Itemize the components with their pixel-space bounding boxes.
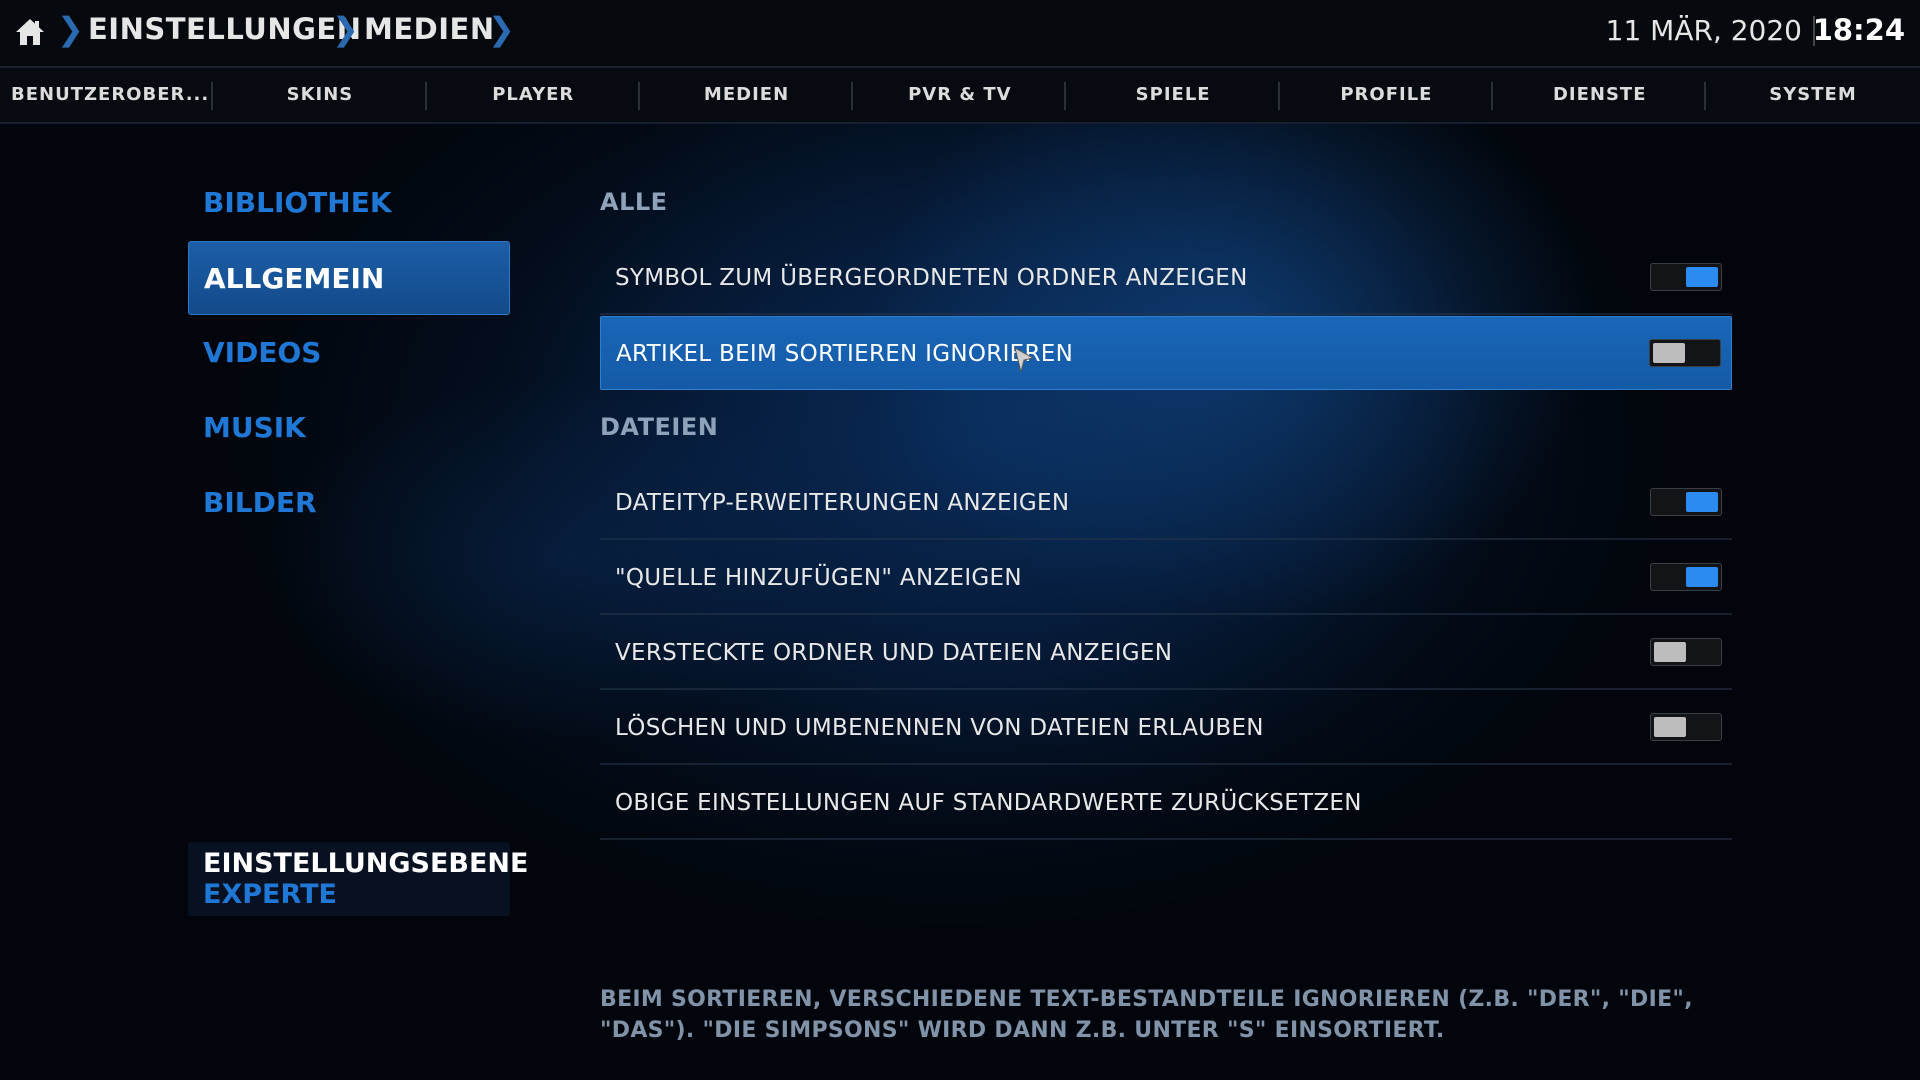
setting-label: ARTIKEL BEIM SORTIEREN IGNORIEREN xyxy=(616,341,1074,367)
clock-time: 18:24 xyxy=(1812,13,1905,47)
category-pictures[interactable]: BILDER xyxy=(188,466,510,540)
toggle-switch[interactable] xyxy=(1650,488,1722,516)
setting-row-show-extensions[interactable]: DATEITYP-ERWEITERUNGEN ANZEIGEN xyxy=(600,466,1732,540)
setting-label: OBIGE EINSTELLUNGEN AUF STANDARDWERTE ZU… xyxy=(615,790,1362,816)
setting-label: DATEITYP-ERWEITERUNGEN ANZEIGEN xyxy=(615,490,1070,516)
toggle-switch[interactable] xyxy=(1650,638,1722,666)
section-heading-all: ALLE xyxy=(600,188,668,216)
section-heading-files: DATEIEN xyxy=(600,413,719,441)
toggle-switch[interactable] xyxy=(1650,563,1722,591)
home-icon[interactable] xyxy=(14,16,46,48)
tab-games[interactable]: SPIELE xyxy=(1066,68,1280,122)
setting-row-show-hidden-files[interactable]: VERSTECKTE ORDNER UND DATEIEN ANZEIGEN xyxy=(600,616,1732,690)
background xyxy=(0,0,1920,1080)
tab-services[interactable]: DIENSTE xyxy=(1493,68,1707,122)
settings-level-title: EINSTELLUNGSEBENE xyxy=(203,848,529,879)
chevron-right-icon: ❯ xyxy=(57,10,84,48)
setting-label: SYMBOL ZUM ÜBERGEORDNETEN ORDNER ANZEIGE… xyxy=(615,265,1248,291)
setting-label: VERSTECKTE ORDNER UND DATEIEN ANZEIGEN xyxy=(615,640,1173,666)
setting-row-allow-delete-rename[interactable]: LÖSCHEN UND UMBENENNEN VON DATEIEN ERLAU… xyxy=(600,691,1732,765)
toggle-switch[interactable] xyxy=(1650,263,1722,291)
tab-profiles[interactable]: PROFILE xyxy=(1280,68,1494,122)
setting-row-reset-defaults[interactable]: OBIGE EINSTELLUNGEN AUF STANDARDWERTE ZU… xyxy=(600,766,1732,840)
breadcrumb-item-media[interactable]: MEDIEN xyxy=(364,12,495,46)
settings-level-value: EXPERTE xyxy=(203,879,337,910)
toggle-switch[interactable] xyxy=(1649,339,1721,367)
tab-pvr-tv[interactable]: PVR & TV xyxy=(853,68,1067,122)
tab-interface[interactable]: BENUTZEROBER... xyxy=(0,68,214,122)
setting-row-show-add-source[interactable]: "QUELLE HINZUFÜGEN" ANZEIGEN xyxy=(600,541,1732,615)
setting-label: LÖSCHEN UND UMBENENNEN VON DATEIEN ERLAU… xyxy=(615,715,1264,741)
category-videos[interactable]: VIDEOS xyxy=(188,316,510,390)
chevron-right-icon: ❯ xyxy=(488,10,515,48)
category-library[interactable]: BIBLIOTHEK xyxy=(188,166,510,240)
category-general[interactable]: ALLGEMEIN xyxy=(188,241,510,315)
tab-player[interactable]: PLAYER xyxy=(427,68,640,122)
help-description: BEIM SORTIEREN, VERSCHIEDENE TEXT-BESTAN… xyxy=(600,987,1693,1043)
tab-media[interactable]: MEDIEN xyxy=(640,68,854,122)
tab-skins[interactable]: SKINS xyxy=(213,68,427,122)
breadcrumb-item-settings[interactable]: EINSTELLUNGEN xyxy=(88,12,361,46)
category-music[interactable]: MUSIK xyxy=(188,391,510,465)
toggle-switch[interactable] xyxy=(1650,713,1722,741)
settings-tabs: BENUTZEROBER... SKINS PLAYER MEDIEN PVR … xyxy=(0,68,1920,124)
clock-date: 11 MÄR, 2020 xyxy=(1605,14,1802,47)
settings-level-button[interactable]: EINSTELLUNGSEBENE EXPERTE xyxy=(188,842,529,916)
chevron-right-icon: ❯ xyxy=(332,10,359,48)
mouse-cursor-icon xyxy=(1014,347,1035,373)
top-bar: ❯ EINSTELLUNGEN ❯ MEDIEN ❯ 11 MÄR, 2020 … xyxy=(0,0,1920,68)
setting-label: "QUELLE HINZUFÜGEN" ANZEIGEN xyxy=(615,565,1022,591)
setting-row-show-parent-folder[interactable]: SYMBOL ZUM ÜBERGEORDNETEN ORDNER ANZEIGE… xyxy=(600,241,1732,315)
setting-row-ignore-articles[interactable]: ARTIKEL BEIM SORTIEREN IGNORIEREN xyxy=(600,316,1732,390)
tab-system[interactable]: SYSTEM xyxy=(1706,68,1919,122)
